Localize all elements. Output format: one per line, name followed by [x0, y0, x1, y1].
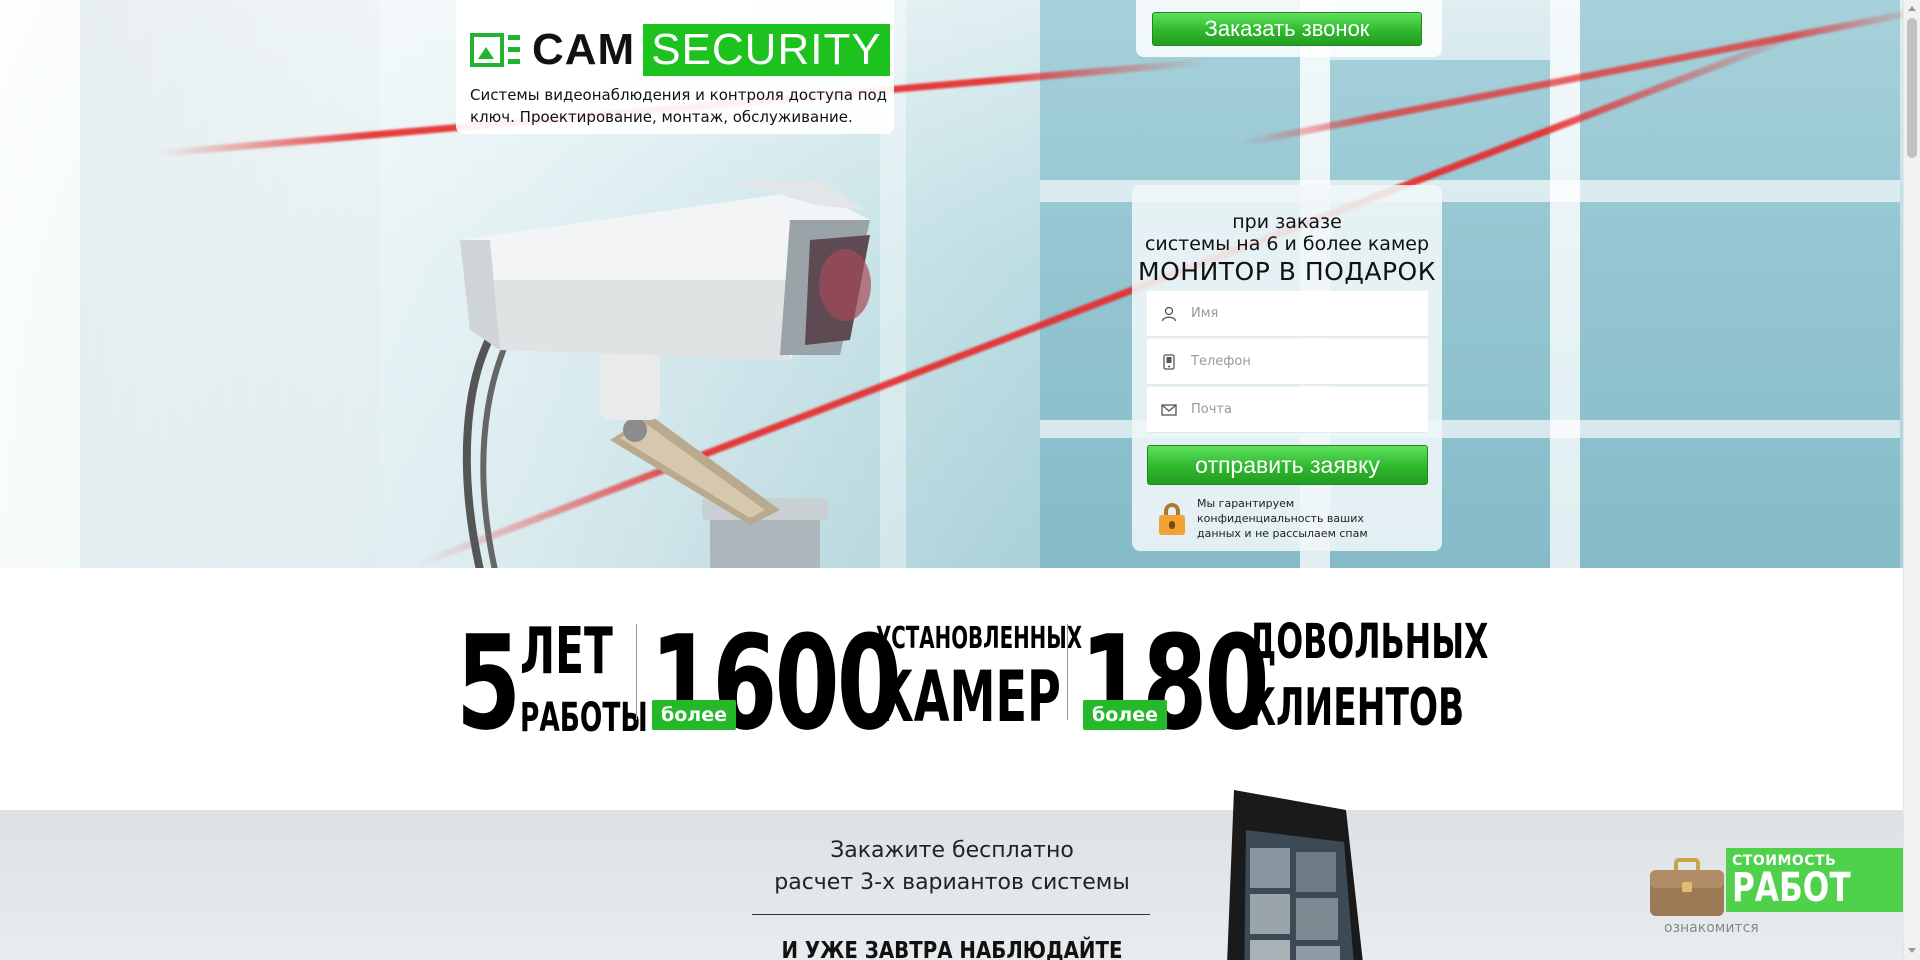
work-price-widget[interactable]: СТОИМОСТЬ РАБОТ ознакомится: [1644, 848, 1903, 960]
page-scrollbar[interactable]: [1903, 0, 1920, 960]
email-input[interactable]: [1191, 402, 1411, 417]
company-tagline: Системы видеонаблюдения и контроля досту…: [470, 86, 888, 126]
logo-text-cam: CAM: [532, 25, 636, 74]
user-icon: [1147, 306, 1191, 322]
promo-line-3: И УЖЕ ЗАВТРА НАБЛЮДАЙТЕ ЗА: [781, 938, 1123, 960]
stat-years-word-2: РАБОТЫ: [520, 695, 648, 741]
security-camera-image: [460, 180, 871, 568]
order-call-button[interactable]: Заказать звонок: [1152, 12, 1422, 46]
phone-input[interactable]: [1191, 354, 1411, 369]
briefcase-icon: [1650, 858, 1724, 916]
stat-cameras-badge: более: [652, 700, 736, 730]
offer-form: при заказе системы на 6 и более камер МО…: [1132, 185, 1442, 551]
stat-clients-badge: более: [1083, 700, 1167, 730]
building-left: [80, 0, 380, 568]
lock-icon: [1157, 502, 1187, 535]
privacy-text: Мы гарантируем конфиденциальность ваших …: [1197, 497, 1368, 540]
divider: [636, 624, 637, 720]
phone-field[interactable]: [1147, 339, 1428, 385]
logo[interactable]: CAM SECURITY: [470, 24, 890, 76]
offer-line-1: при заказе: [1232, 211, 1342, 233]
callback-panel: Заказать звонок: [1136, 0, 1442, 57]
scroll-thumb[interactable]: [1907, 18, 1917, 158]
phone-icon: [1147, 353, 1191, 370]
building-window: [1580, 0, 1900, 568]
promo-divider: [752, 914, 1150, 915]
stat-years-word-1: ЛЕТ: [520, 615, 613, 689]
offer-headline: МОНИТОР В ПОДАРОК: [1138, 257, 1436, 286]
offer-line-2: системы на 6 и более камер: [1144, 233, 1430, 255]
scroll-down-arrow-icon[interactable]: [1908, 948, 1916, 953]
privacy-note: Мы гарантируем конфиденциальность ваших …: [1157, 496, 1397, 541]
promo-section: Закажите бесплатно расчет 3-х вариантов …: [0, 810, 1903, 960]
submit-request-button[interactable]: отправить заявку: [1147, 445, 1428, 485]
scroll-up-arrow-icon[interactable]: [1908, 6, 1916, 11]
stat-clients-word-1: ДОВОЛЬНЫХ: [1248, 614, 1489, 670]
promo-line-2: расчет 3-х вариантов системы: [774, 870, 1130, 895]
stat-clients-word-2: КЛИЕНТОВ: [1248, 678, 1465, 738]
stat-cameras-word-1: УСТАНОВЛЕННЫХ: [876, 621, 1083, 656]
work-price-link[interactable]: ознакомится: [1664, 920, 1759, 936]
logo-icon: [470, 31, 522, 69]
hero-section: CAM SECURITY Системы видеонаблюдения и к…: [0, 0, 1903, 568]
stats-section: 5 ЛЕТ РАБОТЫ 1600 более УСТАНОВЛЕННЫХ КА…: [0, 568, 1903, 810]
logo-text-security: SECURITY: [643, 24, 890, 76]
mail-icon: [1147, 403, 1191, 416]
smartphone-image: [1227, 790, 1363, 960]
divider: [1067, 624, 1068, 720]
stat-years-value: 5: [456, 607, 521, 759]
stat-cameras-word-2: КАМЕР: [876, 656, 1061, 738]
email-field[interactable]: [1147, 387, 1428, 433]
work-price-line-2: РАБОТ: [1732, 865, 1851, 911]
logo-panel: CAM SECURITY Системы видеонаблюдения и к…: [456, 0, 894, 134]
name-field[interactable]: [1147, 291, 1428, 337]
promo-line-1: Закажите бесплатно: [830, 838, 1074, 863]
name-input[interactable]: [1191, 306, 1411, 321]
